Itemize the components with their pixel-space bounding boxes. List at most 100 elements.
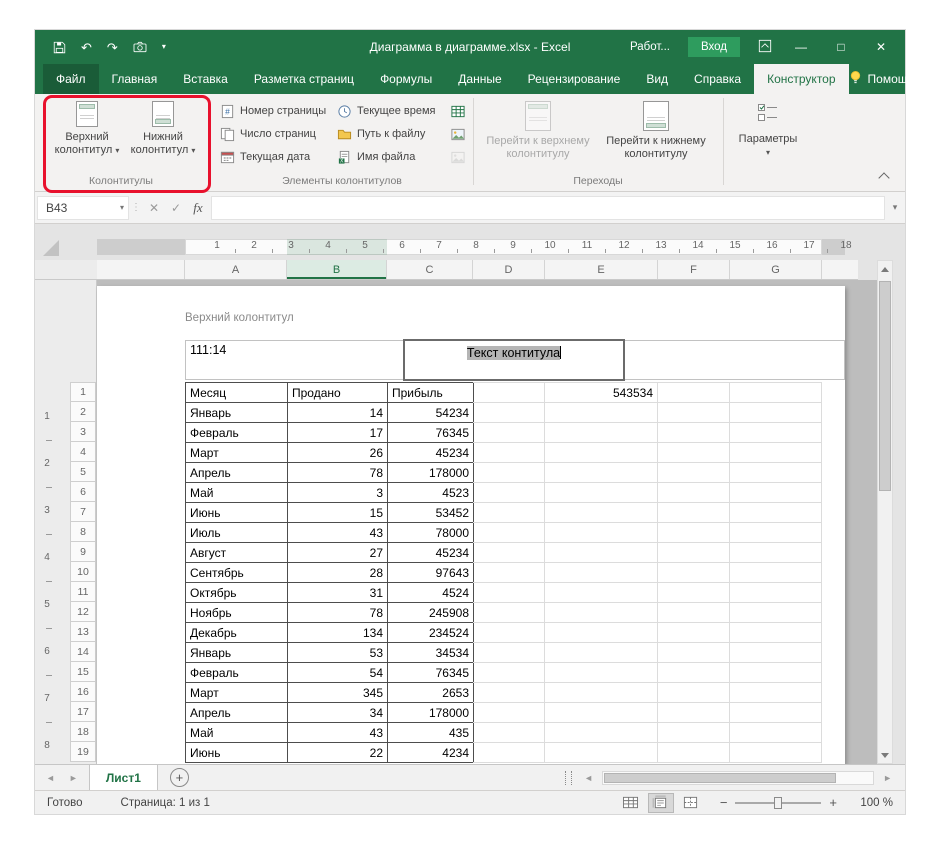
tab-Разметка страниц[interactable]: Разметка страниц — [241, 64, 367, 94]
cell[interactable]: Декабрь — [186, 623, 288, 643]
cell[interactable] — [730, 503, 822, 523]
cell[interactable] — [545, 503, 658, 523]
row-header-10[interactable]: 10 — [70, 562, 96, 582]
cell[interactable] — [545, 443, 658, 463]
header-center-editor[interactable]: Текст контитула — [403, 339, 625, 381]
cell[interactable] — [545, 683, 658, 703]
cell[interactable]: 234524 — [388, 623, 474, 643]
formula-bar-splitter[interactable]: ⋮ — [129, 202, 143, 213]
cell-E1[interactable]: 543534 — [545, 383, 658, 403]
cell[interactable]: 76345 — [388, 663, 474, 683]
cell[interactable] — [658, 683, 730, 703]
cell[interactable]: 45234 — [388, 543, 474, 563]
cell[interactable]: Апрель — [186, 463, 288, 483]
cell[interactable] — [658, 563, 730, 583]
cell[interactable]: 435 — [388, 723, 474, 743]
cell[interactable] — [658, 583, 730, 603]
cancel-entry-button[interactable]: ✕ — [143, 201, 165, 215]
row-header-8[interactable]: 8 — [70, 522, 96, 542]
cell[interactable]: 78000 — [388, 523, 474, 543]
row-header-15[interactable]: 15 — [70, 662, 96, 682]
undo-icon[interactable]: ↶ — [81, 41, 92, 54]
zoom-percentage[interactable]: 100 % — [847, 797, 893, 809]
cell[interactable] — [658, 623, 730, 643]
options-button[interactable]: Параметры ▾ — [730, 96, 806, 176]
cell[interactable]: Февраль — [186, 423, 288, 443]
cell[interactable]: 15 — [288, 503, 388, 523]
ribbon-button-sheet-name[interactable] — [445, 100, 471, 122]
cell[interactable] — [545, 543, 658, 563]
cell[interactable] — [658, 603, 730, 623]
cell[interactable]: Январь — [186, 643, 288, 663]
cell[interactable]: 31 — [288, 583, 388, 603]
cell[interactable]: 4524 — [388, 583, 474, 603]
cell[interactable] — [730, 563, 822, 583]
cell[interactable]: Ноябрь — [186, 603, 288, 623]
cell[interactable] — [473, 463, 545, 483]
cell[interactable]: 22 — [288, 743, 388, 763]
cell[interactable] — [658, 523, 730, 543]
row-header-17[interactable]: 17 — [70, 702, 96, 722]
goto-footer-button[interactable]: Перейти к нижнему колонтитулу — [597, 96, 715, 176]
camera-icon[interactable] — [133, 41, 147, 53]
cell[interactable]: Сентябрь — [186, 563, 288, 583]
cell[interactable] — [545, 623, 658, 643]
tab-Формулы[interactable]: Формулы — [367, 64, 445, 94]
cell[interactable] — [730, 663, 822, 683]
cell[interactable]: 53452 — [388, 503, 474, 523]
column-header-D[interactable]: D — [473, 260, 545, 279]
expand-formula-bar-caret-icon[interactable]: ▾ — [885, 202, 905, 213]
ribbon-button-page-count[interactable]: Число страниц — [216, 123, 320, 145]
cell[interactable] — [473, 603, 545, 623]
row-header-14[interactable]: 14 — [70, 642, 96, 662]
save-icon[interactable] — [53, 41, 66, 54]
tab-Главная[interactable]: Главная — [99, 64, 171, 94]
cell[interactable] — [545, 583, 658, 603]
cell[interactable] — [473, 423, 545, 443]
cell[interactable] — [658, 543, 730, 563]
tab-Конструктор[interactable]: Конструктор — [754, 64, 848, 94]
cell[interactable]: Июнь — [186, 503, 288, 523]
cell[interactable] — [730, 683, 822, 703]
formula-input[interactable] — [211, 196, 885, 220]
cell[interactable]: 178000 — [388, 463, 474, 483]
cell[interactable]: 54 — [288, 663, 388, 683]
row-header-1[interactable]: 1 — [70, 382, 96, 402]
cell[interactable] — [730, 703, 822, 723]
column-header-G[interactable]: G — [730, 260, 822, 279]
horizontal-scrollbar[interactable] — [602, 771, 874, 785]
confirm-entry-button[interactable]: ✓ — [165, 201, 187, 215]
cell[interactable] — [730, 423, 822, 443]
row-header-5[interactable]: 5 — [70, 462, 96, 482]
row-header-18[interactable]: 18 — [70, 722, 96, 742]
cell[interactable] — [730, 723, 822, 743]
scroll-down-button[interactable] — [878, 747, 892, 763]
row-header-13[interactable]: 13 — [70, 622, 96, 642]
cell[interactable] — [473, 723, 545, 743]
cell[interactable]: 26 — [288, 443, 388, 463]
footer-button[interactable]: Нижний колонтитул ▾ — [125, 96, 201, 176]
cell[interactable] — [473, 663, 545, 683]
vertical-scrollbar-thumb[interactable] — [879, 281, 891, 491]
column-header-C[interactable]: C — [387, 260, 473, 279]
cell[interactable]: Июль — [186, 523, 288, 543]
cell[interactable] — [545, 723, 658, 743]
vertical-scrollbar[interactable] — [877, 260, 893, 764]
ribbon-button-file-name[interactable]: XИмя файла — [333, 146, 419, 168]
cell[interactable] — [473, 623, 545, 643]
cell[interactable]: 76345 — [388, 423, 474, 443]
zoom-slider[interactable] — [735, 802, 821, 804]
add-sheet-button[interactable]: + — [170, 768, 189, 787]
hscroll-left-button[interactable]: ◄ — [577, 773, 600, 783]
sheet-nav-right-button[interactable]: ► — [62, 773, 85, 783]
scroll-up-button[interactable] — [878, 261, 892, 277]
cell[interactable] — [658, 663, 730, 683]
cell[interactable] — [730, 463, 822, 483]
cell[interactable] — [730, 623, 822, 643]
assistant-button[interactable]: Помощн — [849, 70, 915, 88]
maximize-button[interactable]: □ — [830, 41, 852, 53]
row-header-4[interactable]: 4 — [70, 442, 96, 462]
cell[interactable] — [730, 603, 822, 623]
tab-Справка[interactable]: Справка — [681, 64, 754, 94]
cell[interactable]: Октябрь — [186, 583, 288, 603]
